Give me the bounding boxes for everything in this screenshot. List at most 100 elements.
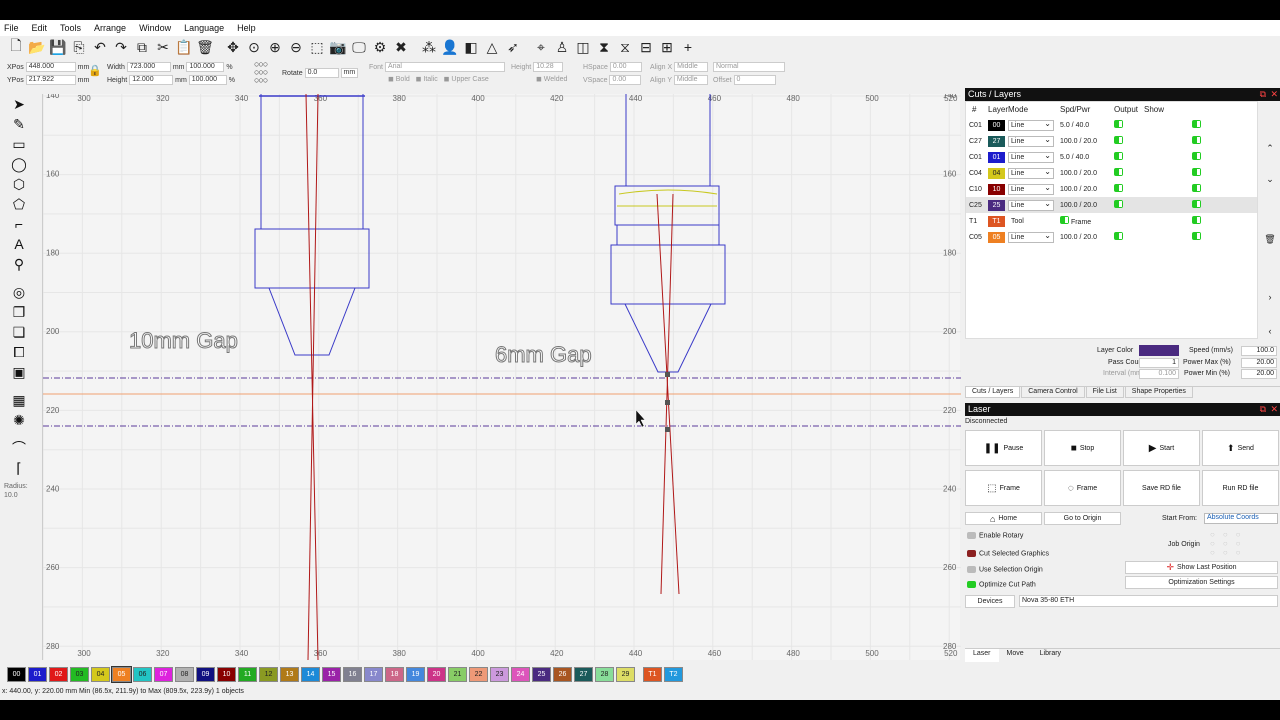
copy-icon[interactable]: ⧉ [132,37,152,57]
show-toggle[interactable] [1192,136,1201,144]
zoom-fit-icon[interactable]: ⊙ [244,37,264,57]
layer-mode-select[interactable]: Line [1008,183,1054,195]
layer-row[interactable]: C25 25Line 100.0 / 20.0 [966,197,1257,213]
layer-mode-select[interactable]: Line [1008,231,1054,243]
pmin-field[interactable]: 20.00 [1241,369,1277,379]
target-icon[interactable]: ⌖ [531,37,551,57]
laser-close-icon[interactable]: ✕ [1270,403,1278,416]
palette-swatch-11[interactable]: 11 [238,666,257,682]
frame-rect-button[interactable]: ⬚ Frame [965,470,1042,506]
undo-icon[interactable]: ↶ [90,37,110,57]
palette-swatch-13[interactable]: 13 [280,666,299,682]
arrow-right-icon[interactable]: › [1264,292,1276,304]
pause-button[interactable]: ❚❚ Pause [965,430,1042,466]
layer-color-chip[interactable]: 01 [988,151,1008,163]
show-toggle[interactable] [1192,232,1201,240]
palette-swatch-t2[interactable]: T2 [664,666,683,682]
use-selection-toggle[interactable] [967,566,976,573]
height-field[interactable]: 12.000 [129,75,174,85]
normal-select[interactable]: Normal [713,62,785,72]
output-toggle[interactable] [1114,232,1123,240]
font-select[interactable]: Arial [384,62,505,72]
arrow-left-icon[interactable]: ‹ [1264,326,1276,338]
select-frame-icon[interactable]: ⬚ [307,37,327,57]
group-icon[interactable]: ⁂ [419,37,439,57]
layer-color-chip[interactable]: T1 [988,215,1008,227]
speed-field[interactable]: 100.0 [1241,346,1277,356]
node-edit-icon[interactable]: ⌒ [6,438,32,458]
show-toggle[interactable] [1192,200,1201,208]
layer-row[interactable]: C01 00Line 5.0 / 40.0 [966,117,1257,133]
palette-swatch-t1[interactable]: T1 [643,666,662,682]
layer-color-swatch[interactable] [1139,345,1179,356]
welded-toggle[interactable]: ◼ [536,76,544,83]
pentagon-icon[interactable]: ⬠ [6,194,32,214]
redo-icon[interactable]: ↷ [111,37,131,57]
lock-icon[interactable]: 🔒 [88,64,102,77]
menu-arrange[interactable]: Arrange [94,23,126,33]
show-toggle[interactable] [1192,216,1201,224]
tab-library[interactable]: Library [1032,649,1069,662]
polygon-icon[interactable]: ⬡ [6,174,32,194]
align-center-icon[interactable]: ♙ [552,37,572,57]
output-toggle[interactable] [1114,168,1123,176]
width-pct-field[interactable]: 100.000 [186,62,225,72]
output-toggle[interactable] [1114,184,1123,192]
device-select[interactable]: Nova 35-80 ETH [1019,595,1278,607]
layer-mode-select[interactable]: Line [1008,167,1054,179]
menu-file[interactable]: File [4,23,19,33]
anchor-grid-icon[interactable]: ○○○ ○○○ ○○○ [254,60,268,85]
offset-field[interactable]: 0 [733,75,776,85]
palette-swatch-23[interactable]: 23 [490,666,509,682]
aligny-select[interactable]: Middle [673,75,708,85]
palette-swatch-29[interactable]: 29 [616,666,635,682]
zoom-out-icon[interactable]: ⊖ [286,37,306,57]
tab-shape-properties[interactable]: Shape Properties [1124,387,1193,398]
run-rd-button[interactable]: Run RD file [1202,470,1279,506]
layer-mode-select[interactable]: Line [1008,135,1054,147]
palette-swatch-28[interactable]: 28 [595,666,614,682]
tab-move[interactable]: Move [999,649,1032,662]
palette-swatch-22[interactable]: 22 [469,666,488,682]
layer-mode-select[interactable]: Line [1008,151,1054,163]
flip-h-icon[interactable]: ◧ [461,37,481,57]
text-icon[interactable]: A [6,234,32,254]
move-layer-up-icon[interactable]: ⌃ [1264,143,1276,155]
position-pin-icon[interactable]: ⚲ [6,254,32,274]
start-from-select[interactable]: Absolute Coords [1204,513,1278,524]
home-button[interactable]: ⌂ Home [965,512,1042,525]
distribute-v-icon[interactable]: ⧖ [615,37,635,57]
layer-row[interactable]: C04 04Line 100.0 / 20.0 [966,165,1257,181]
show-toggle[interactable] [1192,168,1201,176]
palette-swatch-04[interactable]: 04 [91,666,110,682]
palette-swatch-26[interactable]: 26 [553,666,572,682]
palette-swatch-20[interactable]: 20 [427,666,446,682]
optimize-toggle[interactable] [967,581,976,588]
frame-round-button[interactable]: ◌ Frame [1044,470,1121,506]
monitor-icon[interactable]: 🖵 [349,37,369,57]
palette-swatch-12[interactable]: 12 [259,666,278,682]
grid-icon[interactable]: ⊞ [657,37,677,57]
palette-swatch-10[interactable]: 10 [217,666,236,682]
save-icon[interactable]: 💾 [48,37,68,57]
cut-icon[interactable]: ✂ [153,37,173,57]
tools-icon[interactable]: ✖ [391,37,411,57]
palette-swatch-09[interactable]: 09 [196,666,215,682]
pass-count-field[interactable]: 1 [1139,358,1179,368]
tab-cuts-layers[interactable]: Cuts / Layers [965,387,1021,398]
move-icon[interactable]: ✥ [223,37,243,57]
tab-laser[interactable]: Laser [965,649,999,662]
output-toggle[interactable] [1114,152,1123,160]
float-icon[interactable]: ⧉ [1260,88,1266,101]
start-button[interactable]: ▶ Start [1123,430,1200,466]
palette-swatch-02[interactable]: 02 [49,666,68,682]
vspace-field[interactable]: 0.00 [609,75,642,85]
tab-file-list[interactable]: File List [1085,387,1124,398]
job-origin-grid[interactable]: ○○○ ○○○ ○○○ [1210,530,1249,557]
layer-row[interactable]: C01 01Line 5.0 / 40.0 [966,149,1257,165]
open-folder-icon[interactable]: 📂 [27,37,47,57]
paste-icon[interactable]: 📋 [174,37,194,57]
menu-edit[interactable]: Edit [32,23,48,33]
grid-array-icon[interactable]: ▦ [6,390,32,410]
design-canvas[interactable]: 300 300 320 320 340 340 360 360 380 380 400 400 420 4… [42,94,961,660]
